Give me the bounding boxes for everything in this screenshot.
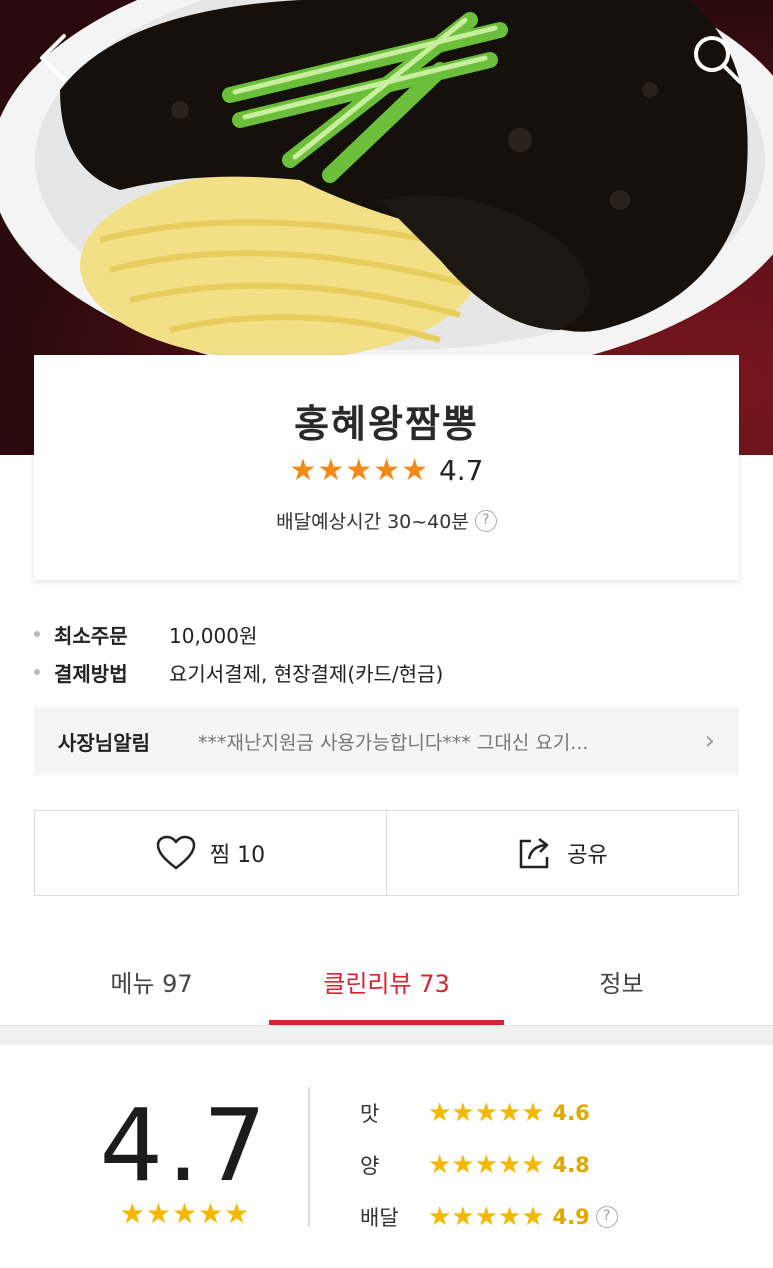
- share-button[interactable]: 공유: [386, 811, 738, 895]
- action-bar: 찜 10 공유: [34, 810, 739, 896]
- back-button[interactable]: [28, 30, 80, 86]
- taste-rating: 맛 ★★★★★ 4.6: [360, 1098, 590, 1128]
- delivery-stars: ★★★★★: [428, 1202, 545, 1232]
- store-info: 최소주문 10,000원 결제방법 요기서결제, 현장결제(카드/현금): [34, 615, 739, 691]
- min-order-row: 최소주문 10,000원: [34, 615, 739, 653]
- tab-clean-review[interactable]: 클린리뷰 73: [269, 940, 504, 1026]
- like-label: 찜: [209, 843, 231, 868]
- search-icon: [694, 36, 742, 84]
- share-icon: [520, 838, 549, 869]
- payment-value: 요기서결제, 현장결제(카드/현금): [169, 661, 444, 686]
- store-rating-value: 4.7: [438, 454, 484, 487]
- store-rating: ★★★★★ 4.7: [34, 453, 739, 488]
- overall-stars: ★★★★★: [119, 1197, 251, 1230]
- owner-notice-label: 사장님알림: [58, 730, 150, 755]
- section-divider: [0, 1025, 773, 1045]
- tab-menu[interactable]: 메뉴 97: [34, 940, 269, 1026]
- quantity-rating: 양 ★★★★★ 4.8: [360, 1150, 590, 1180]
- delivery-label: 배달예상시간: [276, 511, 382, 533]
- store-card: 홍혜왕짬뽕 ★★★★★ 4.7 배달예상시간 30~40분 ?: [34, 355, 739, 580]
- like-button[interactable]: 찜 10: [35, 811, 386, 895]
- store-rating-stars: ★★★★★: [289, 453, 429, 488]
- payment-row: 결제방법 요기서결제, 현장결제(카드/현금): [34, 653, 739, 691]
- like-count: 10: [237, 843, 266, 868]
- payment-label: 결제방법: [54, 661, 128, 686]
- help-icon[interactable]: ?: [595, 1206, 618, 1228]
- summary-divider: [308, 1087, 310, 1227]
- owner-notice[interactable]: 사장님알림 ***재난지원금 사용가능합니다*** 그대신 요기... ›: [34, 707, 739, 775]
- taste-value: 4.6: [552, 1101, 590, 1125]
- share-label: 공유: [567, 843, 608, 868]
- sub-ratings: 맛 ★★★★★ 4.6 양 ★★★★★ 4.8 배달 ★★★★★ 4.9 ?: [360, 1087, 618, 1243]
- help-icon[interactable]: ?: [474, 509, 497, 532]
- tab-bar: 메뉴 97 클린리뷰 73 정보: [34, 940, 739, 1026]
- chevron-left-icon: [40, 34, 66, 82]
- heart-icon: [156, 835, 196, 870]
- min-order-value: 10,000원: [169, 623, 258, 648]
- chevron-right-icon: ›: [704, 726, 715, 756]
- bullet-icon: [34, 669, 40, 675]
- delivery-value: 4.9: [552, 1205, 590, 1229]
- taste-stars: ★★★★★: [428, 1098, 545, 1128]
- bullet-icon: [34, 631, 40, 637]
- store-name: 홍혜왕짬뽕: [294, 402, 479, 446]
- delivery-rating: 배달 ★★★★★ 4.9 ?: [360, 1191, 618, 1243]
- review-summary: 4.7 ★★★★★ 맛 ★★★★★ 4.6 양 ★★★★★ 4.8 배달 ★★★…: [0, 1045, 773, 1268]
- tab-info[interactable]: 정보: [504, 940, 739, 1026]
- owner-notice-text: ***재난지원금 사용가능합니다*** 그대신 요기...: [198, 731, 589, 754]
- quantity-value: 4.8: [552, 1153, 590, 1177]
- quantity-stars: ★★★★★: [428, 1150, 545, 1180]
- min-order-label: 최소주문: [54, 623, 128, 648]
- search-button[interactable]: [688, 30, 746, 88]
- delivery-estimate: 배달예상시간 30~40분 ?: [34, 507, 739, 534]
- overall-score: 4.7: [99, 1087, 271, 1204]
- delivery-time: 30~40분: [387, 511, 469, 533]
